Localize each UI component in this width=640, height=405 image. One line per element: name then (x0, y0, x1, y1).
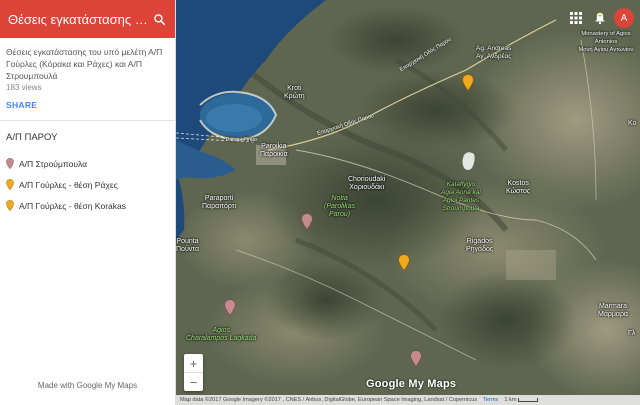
share-button[interactable]: SHARE (0, 92, 43, 110)
bell-icon (595, 12, 605, 25)
apps-grid-icon (570, 12, 582, 24)
search-icon (153, 13, 165, 25)
google-my-maps-logo: Google My Maps (366, 378, 457, 390)
map-pin-stroumpoula[interactable] (224, 299, 236, 316)
map-pin-stroumpoula[interactable] (301, 213, 313, 230)
label-rigados: Rigados Ρηγάδος (466, 238, 494, 253)
label-agios-charalampos: Agios Charalampos Lagkada (186, 327, 257, 342)
attribution-bar: Map data ©2017 Google Imagery ©2017 , CN… (176, 395, 640, 405)
apps-button[interactable] (566, 8, 586, 28)
sidebar: Θέσεις εγκατάστασης τ... Θέσεις εγκατάστ… (0, 0, 176, 405)
map-toolbar: A (566, 8, 634, 28)
label-paros-piraeus: Paros - Pireas (226, 137, 258, 143)
list-item-stroumpoula[interactable]: Α/Π Στρούμπουλα (0, 153, 175, 174)
label-monastery: Monastery of Agios Antonios Μονή Αγίου Αν… (578, 31, 634, 53)
account-avatar[interactable]: A (614, 8, 634, 28)
zoom-control: + − (184, 354, 203, 391)
layer-title: Α/Π ΠΑΡΟΥ (6, 132, 58, 143)
list-item-label: Α/Π Γούρλες - θέση Korakas (19, 200, 126, 211)
map-pin-icon (6, 158, 14, 169)
list-item-label: Α/Π Στρούμπουλα (19, 158, 87, 169)
label-kostos: Kostos Κώστος (506, 180, 531, 195)
label-paraporti: Paraporti Παραπόρτι (202, 195, 237, 210)
list-item-raches[interactable]: Α/Π Γούρλες - θέση Ράχες (0, 174, 175, 195)
label-pounta: Pounta Πούντα (176, 238, 199, 253)
scale-bar-line (518, 398, 539, 402)
satellite-imagery (176, 0, 640, 405)
zoom-out-button[interactable]: − (184, 373, 203, 391)
search-button[interactable] (149, 9, 169, 29)
legend-list: Α/Π Στρούμπουλα Α/Π Γούρλες - θέση Ράχες… (0, 153, 175, 216)
scale-bar[interactable]: 1 km (504, 397, 539, 403)
label-kroti: Kroti Κρώτη (284, 85, 305, 100)
terms-link[interactable]: Terms (483, 397, 498, 403)
notifications-button[interactable] (590, 8, 610, 28)
list-item-korakas[interactable]: Α/Π Γούρλες - θέση Korakas (0, 195, 175, 216)
label-paroikia: Paroikia Παροικία (260, 143, 288, 158)
label-edge-gl: Γλ (628, 330, 636, 337)
label-kataflygio: Kataflygio Agia Anna kai Agioi Pantes Strou… (441, 181, 481, 212)
label-marmara: Marmara Μάρμαρα (598, 303, 628, 318)
view-count: 183 views (6, 83, 42, 92)
made-with-footer: Made with Google My Maps (37, 381, 138, 390)
map-pin-stroumpoula[interactable] (410, 350, 422, 367)
list-item-label: Α/Π Γούρλες - θέση Ράχες (19, 179, 118, 190)
sidebar-header: Θέσεις εγκατάστασης τ... (0, 0, 175, 38)
label-ag-andreas: Ag. Andreas Αγ. Ανδρέας (476, 45, 512, 60)
label-chorioudaki: Chorioudaki Χοριουδάκι (348, 176, 386, 191)
map-pin-icon (6, 179, 14, 190)
sidebar-divider (0, 120, 175, 121)
label-notia: Notia (Parolikas Parou) (324, 195, 356, 218)
map-pin-raches[interactable] (462, 74, 474, 91)
attribution-text: Map data ©2017 Google Imagery ©2017 , CN… (180, 397, 478, 403)
map-pin-korakas[interactable] (398, 254, 410, 271)
label-edge-ko: Κο (628, 120, 637, 127)
map-pin-icon (6, 200, 14, 211)
map-canvas[interactable]: Ag. Andreas Αγ. Ανδρέας Monastery of Agio… (176, 0, 640, 405)
map-title[interactable]: Θέσεις εγκατάστασης τ... (8, 12, 149, 27)
map-description: Θέσεις εγκατάστασης του υπό μελέτη Α/Π Γ… (6, 47, 163, 81)
zoom-in-button[interactable]: + (184, 354, 203, 372)
scale-label: 1 km (504, 397, 517, 403)
